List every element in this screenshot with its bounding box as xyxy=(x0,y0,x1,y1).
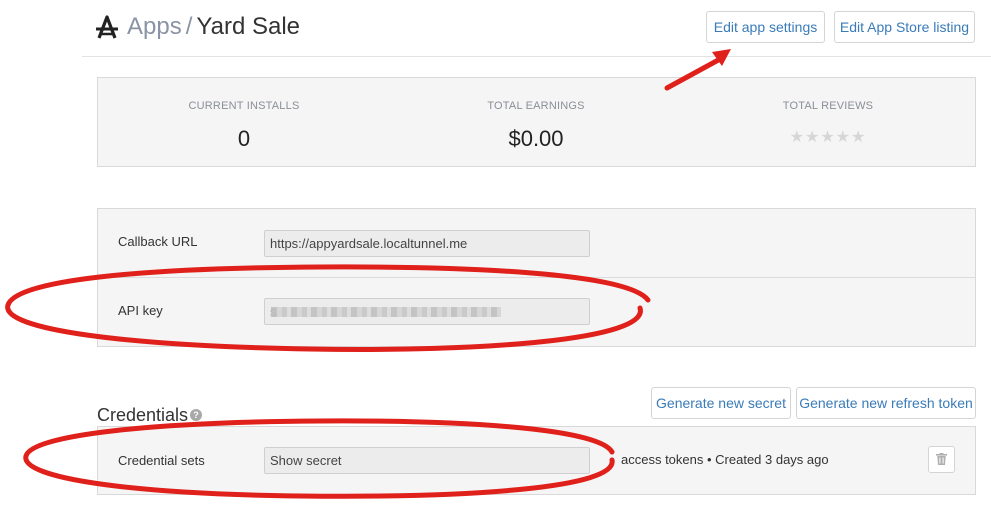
api-key-label: API key xyxy=(118,303,163,318)
total-earnings-label: TOTAL EARNINGS xyxy=(487,100,585,112)
credential-meta-text: access tokens • Created 3 days ago xyxy=(621,452,829,467)
delete-credential-button[interactable] xyxy=(928,446,955,473)
trash-icon xyxy=(936,453,947,465)
rating-stars-icon: ★★★★★ xyxy=(789,129,867,146)
current-installs-label: CURRENT INSTALLS xyxy=(188,100,300,112)
settings-row-divider xyxy=(98,277,975,278)
edit-app-settings-button[interactable]: Edit app settings xyxy=(706,11,825,43)
header-divider xyxy=(82,56,991,57)
total-reviews-label: TOTAL REVIEWS xyxy=(782,100,874,112)
app-store-logo-icon xyxy=(96,15,118,39)
current-installs-value: 0 xyxy=(237,126,251,151)
annotation-arrow-head xyxy=(712,49,731,66)
callback-url-field[interactable]: https://appyardsale.localtunnel.me xyxy=(264,230,590,257)
breadcrumb-separator: / xyxy=(185,13,193,40)
credential-sets-label: Credential sets xyxy=(118,453,205,468)
callback-url-label: Callback URL xyxy=(118,234,198,249)
credentials-panel: Credential sets Show secret access token… xyxy=(97,426,976,495)
api-key-redaction xyxy=(271,307,501,317)
generate-new-secret-button[interactable]: Generate new secret xyxy=(651,387,791,419)
app-settings-panel: Callback URL https://appyardsale.localtu… xyxy=(97,208,976,347)
generate-new-refresh-token-button[interactable]: Generate new refresh token xyxy=(796,387,976,419)
breadcrumb-apps-link[interactable]: Apps xyxy=(127,13,182,40)
question-circle-icon[interactable]: ? xyxy=(190,409,202,421)
total-earnings-value: $0.00 xyxy=(508,126,564,151)
api-key-field[interactable]: s xyxy=(264,298,590,325)
credentials-heading: Credentials xyxy=(97,405,189,425)
show-secret-field[interactable]: Show secret xyxy=(264,447,590,474)
stats-panel: CURRENT INSTALLS 0 TOTAL EARNINGS $0.00 … xyxy=(97,77,976,167)
breadcrumb: Apps / Yard Sale xyxy=(127,12,300,42)
edit-app-store-listing-button[interactable]: Edit App Store listing xyxy=(834,11,975,43)
page-title: Yard Sale xyxy=(196,13,300,40)
